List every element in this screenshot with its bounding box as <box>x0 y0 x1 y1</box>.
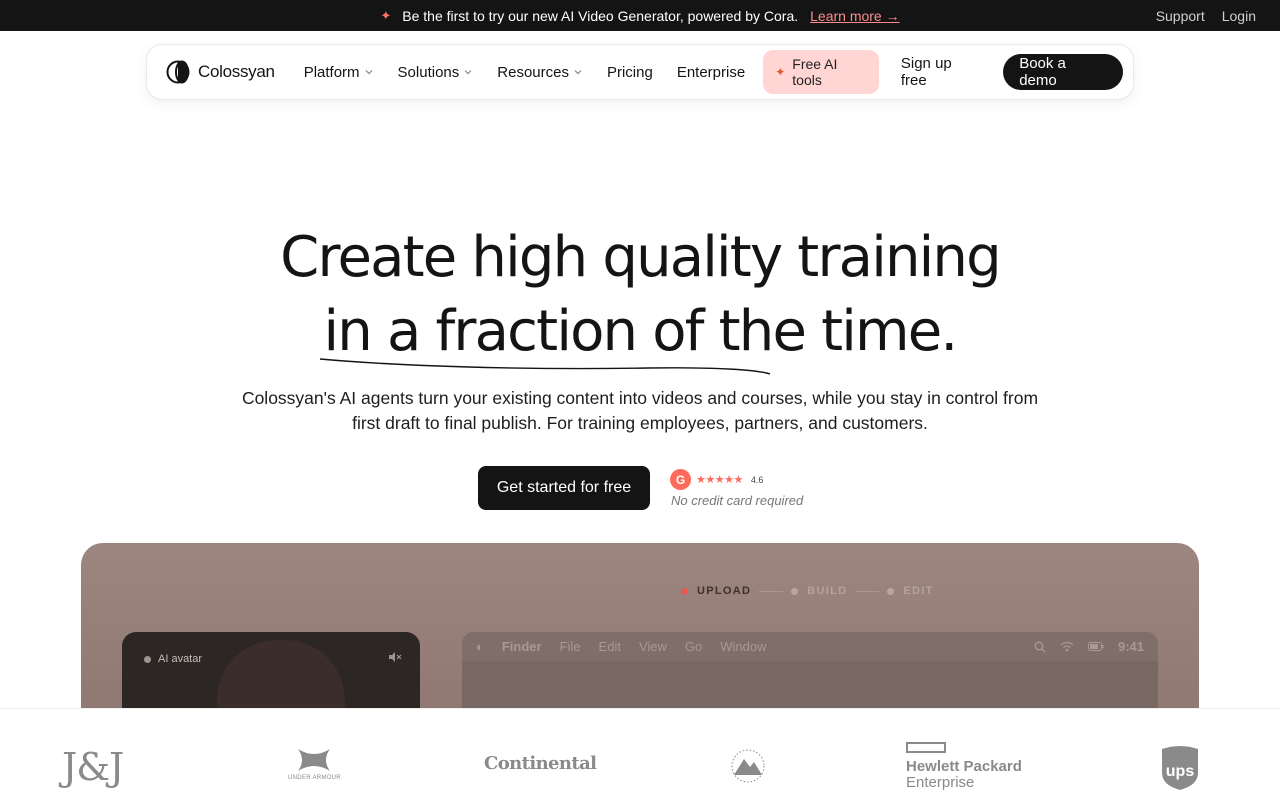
step-edit: EDIT <box>887 585 933 597</box>
rating-stars-icon: ★★★★★ <box>696 474 743 486</box>
clock: 9:41 <box>1117 639 1144 654</box>
rating-value: 4.6 <box>750 474 764 485</box>
brand-logo[interactable]: Colossyan <box>166 60 275 84</box>
status-dot <box>144 655 151 663</box>
hero-title-line1: Create high quality training <box>280 225 1001 290</box>
learn-more-link[interactable]: Learn more → <box>810 8 899 24</box>
under-armour-logo: UNDER ARMOUR <box>288 747 341 781</box>
main-nav: Colossyan Platform Solutions Resources P… <box>146 44 1134 100</box>
nav-enterprise[interactable]: Enterprise <box>677 64 745 81</box>
step-build-label: BUILD <box>807 585 848 597</box>
nav-platform-label: Platform <box>303 63 360 81</box>
menu-finder[interactable]: Finder <box>502 639 542 654</box>
demo-steps: UPLOAD BUILD EDIT <box>681 585 934 597</box>
nav-platform[interactable]: Platform <box>304 64 373 81</box>
paramount-mountain-icon <box>731 749 765 783</box>
login-link[interactable]: Login <box>1222 8 1256 24</box>
book-demo-button[interactable]: Book a demo <box>1003 54 1123 90</box>
step-dot <box>887 587 895 595</box>
finder-menu-bar: ◐ Finder File Edit View Go Window 9:41 <box>462 632 1158 661</box>
continental-logo: Continental <box>484 753 597 774</box>
get-started-button[interactable]: Get started for free <box>478 466 650 510</box>
step-build: BUILD <box>791 585 847 597</box>
hpe-line2: Enterprise <box>906 774 975 791</box>
free-ai-tools-button[interactable]: ✦ Free AI tools <box>763 50 879 94</box>
menu-edit[interactable]: Edit <box>599 639 621 654</box>
wifi-icon <box>1060 641 1074 652</box>
menu-file[interactable]: File <box>560 639 581 654</box>
nav-pricing[interactable]: Pricing <box>607 64 653 81</box>
brand-name: Colossyan <box>198 62 275 81</box>
ups-shield-icon: ups <box>1162 746 1198 790</box>
search-icon <box>1034 641 1046 652</box>
support-link[interactable]: Support <box>1156 8 1205 24</box>
hand-drawn-underline <box>319 358 771 375</box>
apple-icon: ◐ <box>476 639 484 654</box>
hpe-logo: Hewlett Packard Enterprise <box>906 742 1022 791</box>
step-upload-label: UPLOAD <box>697 585 752 597</box>
sparkle-icon: ✦ <box>775 65 786 79</box>
colossyan-logo-icon <box>166 60 190 84</box>
menu-window[interactable]: Window <box>720 639 766 654</box>
paramount-logo <box>728 749 768 788</box>
step-edit-label: EDIT <box>903 585 934 597</box>
free-ai-tools-label: Free AI tools <box>792 56 838 88</box>
battery-icon <box>1087 642 1104 651</box>
no-credit-card-note: No credit card required <box>671 493 804 508</box>
jj-logo: J&J <box>62 745 124 789</box>
nav-resources-label: Resources <box>497 63 569 81</box>
step-dot <box>681 587 688 595</box>
mute-icon[interactable] <box>388 651 402 663</box>
menu-view[interactable]: View <box>639 639 667 654</box>
ups-text: ups <box>1166 763 1195 780</box>
nav-solutions[interactable]: Solutions <box>398 64 473 81</box>
hpe-line1: Hewlett Packard <box>906 758 1022 775</box>
announcement-text: Be the first to try our new AI Video Gen… <box>402 7 799 24</box>
hero-subtitle-line2: first draft to final publish. For traini… <box>352 413 928 433</box>
ups-logo: ups <box>1160 745 1200 796</box>
ai-avatar-label: AI avatar <box>144 653 202 665</box>
menu-go[interactable]: Go <box>685 639 702 654</box>
chevron-down-icon <box>365 70 372 75</box>
hero-subtitle-line1: Colossyan's AI agents turn your existing… <box>241 388 1039 408</box>
ai-avatar-text: AI avatar <box>158 653 203 665</box>
customer-logos: J&J UNDER ARMOUR Continental Hewlett Pac… <box>0 708 1280 800</box>
nav-solutions-label: Solutions <box>397 63 460 81</box>
step-divider <box>855 590 880 592</box>
announcement-bar: ✦ Be the first to try our new AI Video G… <box>0 0 1280 31</box>
sign-up-link[interactable]: Sign up free <box>901 55 981 89</box>
under-armour-icon <box>298 749 331 771</box>
chevron-down-icon <box>464 70 472 75</box>
sparkle-icon: ✦ <box>380 7 392 23</box>
g2-badge-icon: G <box>670 469 691 490</box>
under-armour-text: UNDER ARMOUR <box>288 775 341 781</box>
step-divider <box>759 590 784 592</box>
chevron-down-icon <box>574 70 582 75</box>
step-dot <box>791 587 799 595</box>
hpe-box-icon <box>906 742 946 753</box>
g2-rating: G ★★★★★ 4.6 <box>670 469 763 490</box>
nav-resources[interactable]: Resources <box>497 64 582 81</box>
step-upload: UPLOAD <box>681 585 751 597</box>
